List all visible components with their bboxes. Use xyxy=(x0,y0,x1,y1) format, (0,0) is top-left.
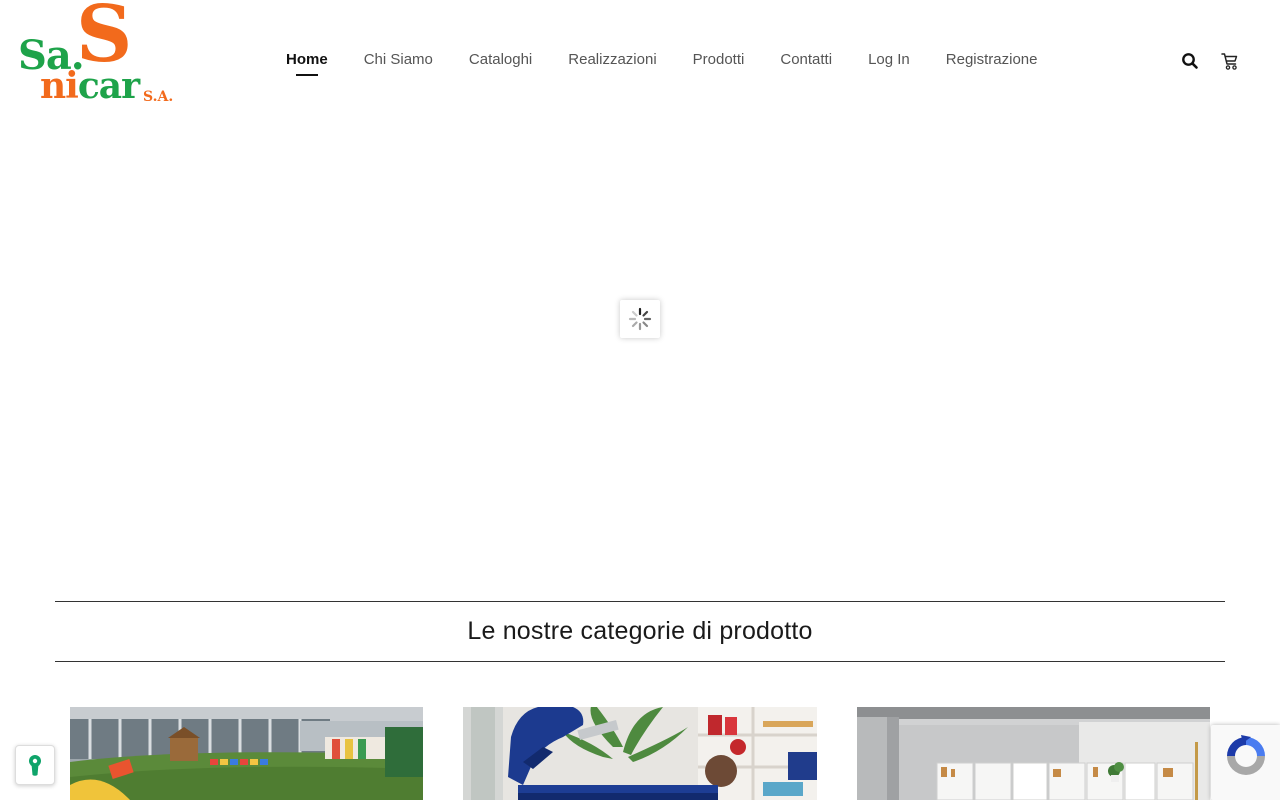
logo-suffix: S.A. xyxy=(143,89,174,105)
nav-item-chi-siamo[interactable]: Chi Siamo xyxy=(364,50,433,74)
category-card-physiotherapy[interactable] xyxy=(463,707,817,800)
nav-item-log-in[interactable]: Log In xyxy=(868,50,910,74)
nav-item-realizzazioni[interactable]: Realizzazioni xyxy=(568,50,656,74)
categories-heading-band: Le nostre categorie di prodotto xyxy=(55,601,1225,662)
recaptcha-icon xyxy=(1227,735,1265,775)
cart-button[interactable] xyxy=(1219,50,1241,72)
keyhole-icon xyxy=(29,755,41,776)
cookie-preferences-button[interactable] xyxy=(15,745,55,785)
hero-slider xyxy=(0,120,1280,560)
recaptcha-badge[interactable] xyxy=(1211,725,1280,800)
main-navigation: Home Chi Siamo Cataloghi Realizzazioni P… xyxy=(286,50,1074,76)
search-icon xyxy=(1182,53,1198,69)
category-card-office[interactable] xyxy=(857,707,1210,800)
slider-loading-indicator xyxy=(620,300,660,338)
spinner-icon xyxy=(628,307,652,331)
logo-line-2: nicar xyxy=(40,65,140,107)
office-interior-photo xyxy=(857,707,1210,800)
nav-item-cataloghi[interactable]: Cataloghi xyxy=(469,50,532,74)
site-logo[interactable]: S Sa. nicar S.A. xyxy=(18,0,174,107)
category-card-playground[interactable] xyxy=(70,707,423,800)
logo-line-2a: ni xyxy=(40,65,79,107)
categories-title: Le nostre categorie di prodotto xyxy=(467,617,813,645)
logo-big-s: S xyxy=(76,0,133,80)
nav-item-home[interactable]: Home xyxy=(286,50,328,76)
search-button[interactable] xyxy=(1179,50,1201,72)
nav-item-prodotti[interactable]: Prodotti xyxy=(693,50,745,74)
cart-icon xyxy=(1221,53,1238,70)
logo-line-2b: car xyxy=(77,65,140,107)
nav-item-registrazione[interactable]: Registrazione xyxy=(946,50,1038,74)
playground-photo xyxy=(70,707,423,800)
physiotherapy-room-photo xyxy=(463,707,817,800)
site-header: S Sa. nicar S.A. Home Chi Siamo Catalogh… xyxy=(0,0,1280,120)
nav-item-contatti[interactable]: Contatti xyxy=(780,50,832,74)
